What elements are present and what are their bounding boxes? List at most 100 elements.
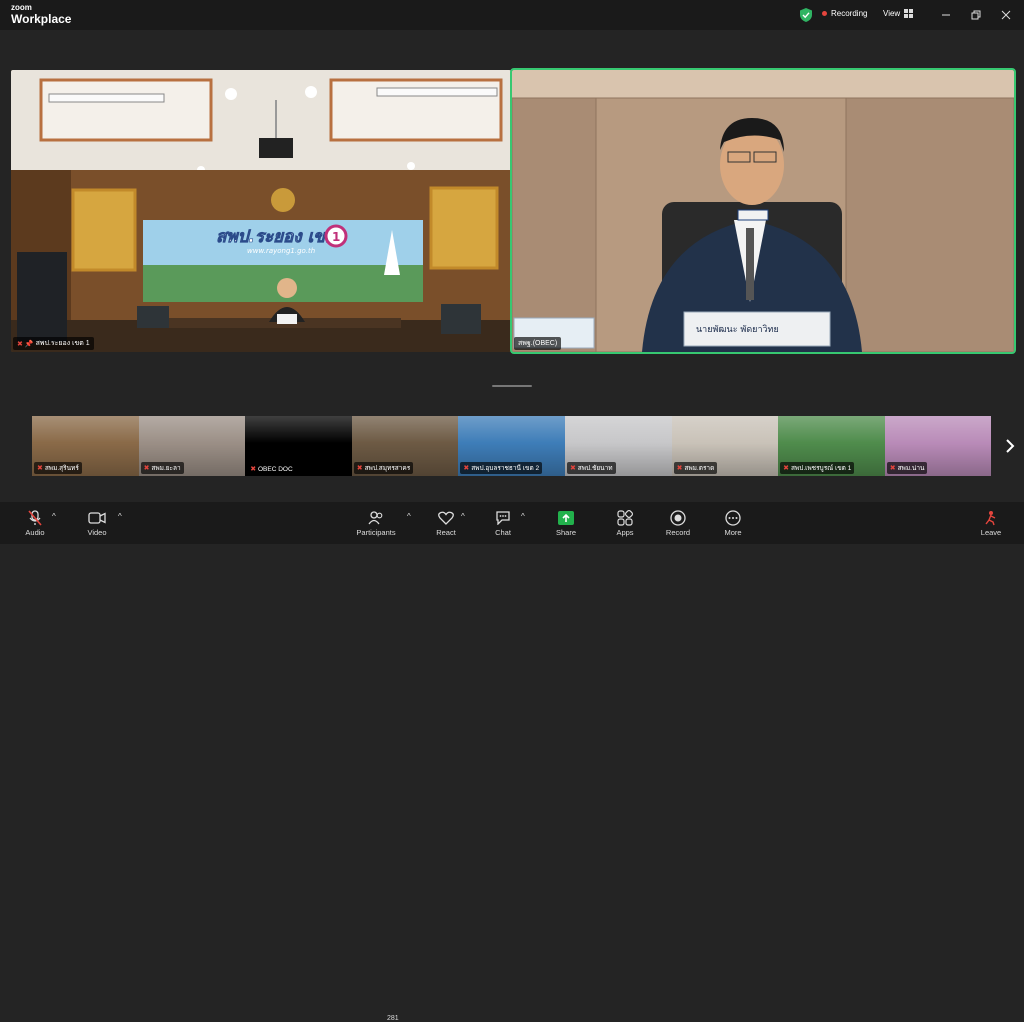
participants-options-chevron-icon[interactable]: ^	[407, 512, 411, 521]
mic-muted-icon: ✖	[37, 465, 45, 472]
thumbnail-video-tile[interactable]: ✖ สพป.อุบลราชธานี เขต 2	[458, 416, 565, 476]
audio-label: Audio	[25, 528, 45, 537]
video-camera-icon	[88, 512, 106, 524]
video-tile-active-speaker[interactable]: นายพัฒนะ พัดยาวิทย สพฐ.(OBEC)	[510, 68, 1016, 354]
thumbnail-name-tag: ✖ สพป.เพชรบูรณ์ เขต 1	[780, 462, 855, 474]
mic-muted-icon: ✖	[17, 340, 23, 348]
record-label: Record	[665, 528, 691, 537]
thumbnail-name-tag: ✖ สพป.ชัยนาท	[566, 462, 616, 474]
record-button[interactable]: Record	[653, 508, 703, 537]
apps-button[interactable]: Apps	[600, 508, 650, 537]
participant-name: สพม.ยะลา	[151, 465, 181, 472]
more-label: More	[724, 528, 742, 537]
react-options-chevron-icon[interactable]: ^	[461, 512, 465, 521]
thumbnail-video-tile[interactable]: ✖ สพป.เพชรบูรณ์ เขต 1	[778, 416, 885, 476]
close-icon	[1001, 10, 1011, 20]
pin-icon: 📌	[24, 340, 34, 348]
thumbnail-name-tag: ✖ สพป.สมุทรสาคร	[353, 462, 414, 474]
leave-label: Leave	[980, 528, 1002, 537]
participant-name: OBEC DOC	[258, 466, 293, 473]
video-tile-main-left[interactable]: สพป.ระยอง เขต 1 www.rayong1.go.th ✖ 📌 สพ…	[11, 70, 511, 352]
thumbnail-name-tag: ✖ OBEC DOC	[247, 464, 296, 474]
leave-button[interactable]: Leave	[966, 508, 1016, 537]
restore-button[interactable]	[968, 7, 984, 23]
react-label: React	[436, 528, 456, 537]
participant-name: สพป.ระยอง เขต 1	[35, 340, 90, 347]
participant-name: สพป.สมุทรสาคร	[364, 465, 411, 472]
heart-icon	[438, 511, 454, 525]
chevron-right-icon	[1006, 439, 1015, 453]
participant-name: สพม.ตราด	[684, 465, 715, 472]
recording-label: Recording	[831, 9, 868, 18]
more-button[interactable]: More	[708, 508, 758, 537]
thumbnail-video-tile[interactable]: ✖ OBEC DOC	[245, 416, 352, 476]
participant-name: สพม.น่าน	[897, 465, 925, 472]
grid-icon	[904, 9, 914, 18]
view-button[interactable]: View	[883, 9, 914, 18]
participants-icon	[368, 511, 383, 525]
thumbnail-name-tag: ✖ สพม.ตราด	[673, 462, 718, 474]
thumbnail-strip: ✖ สพม.สุรินทร์ ✖ สพม.ยะลา ✖ OBEC DOC ✖ สพป.…	[32, 416, 992, 476]
thumbnail-video-tile[interactable]: ✖ สพป.ชัยนาท	[564, 416, 672, 476]
share-screen-icon	[558, 511, 574, 525]
thumbnail-video-tile[interactable]: ✖ สพม.ยะลา	[138, 416, 246, 476]
microphone-muted-icon	[28, 510, 42, 526]
chat-icon	[496, 511, 510, 525]
mic-muted-icon: ✖	[356, 465, 365, 472]
video-tile-name-tag: ✖ 📌 สพป.ระยอง เขต 1	[13, 337, 94, 350]
thumbnail-name-tag: ✖ สพม.น่าน	[886, 462, 928, 474]
chat-options-chevron-icon[interactable]: ^	[521, 512, 525, 521]
logo-big-text: Workplace	[11, 12, 72, 26]
video-button[interactable]: Video	[72, 508, 122, 537]
record-icon	[670, 510, 686, 526]
resize-handle[interactable]	[492, 385, 532, 387]
shield-icon[interactable]	[800, 8, 812, 22]
restore-icon	[971, 10, 981, 20]
thumbnail-video-tile[interactable]: ✖ สพม.สุรินทร์	[32, 416, 139, 476]
participant-name: สพป.อุบลราชธานี เขต 2	[471, 465, 540, 472]
thumbnail-name-tag: ✖ สพม.ยะลา	[140, 462, 184, 474]
thumbnail-video-tile[interactable]: ✖ สพป.สมุทรสาคร	[351, 416, 459, 476]
participant-name: สพป.เพชรบูรณ์ เขต 1	[790, 465, 852, 472]
close-button[interactable]	[998, 7, 1014, 23]
recording-dot-icon	[822, 11, 827, 16]
thumbnail-name-tag: ✖ สพป.อุบลราชธานี เขต 2	[460, 462, 543, 474]
thumbnail-video-tile[interactable]: ✖ สพม.น่าน	[884, 416, 992, 476]
participants-count: 281	[387, 1015, 399, 1022]
audio-options-chevron-icon[interactable]: ^	[52, 512, 56, 521]
next-page-button[interactable]	[1000, 432, 1020, 460]
view-label: View	[883, 9, 901, 18]
video-options-chevron-icon[interactable]: ^	[118, 512, 122, 521]
zoom-logo: zoom Workplace	[11, 3, 72, 26]
logo-small-text: zoom	[11, 3, 32, 12]
participants-label: Participants	[356, 528, 396, 537]
minimize-icon	[942, 14, 950, 16]
mic-muted-icon: ✖	[783, 465, 791, 472]
thumbnail-name-tag: ✖ สพม.สุรินทร์	[34, 462, 82, 474]
more-icon	[725, 510, 741, 526]
participant-name: สพป.ชัยนาท	[577, 465, 613, 472]
share-button[interactable]: Share	[541, 508, 591, 537]
participants-button[interactable]: Participants	[351, 508, 401, 537]
banner-title: สพป.ระยอง เขต	[216, 227, 337, 247]
speaker-scene: นายพัฒนะ พัดยาวิทย	[512, 70, 1014, 352]
thumbnail-video-tile[interactable]: ✖ สพม.ตราด	[671, 416, 779, 476]
leave-icon	[985, 511, 996, 526]
apps-label: Apps	[616, 528, 634, 537]
mic-muted-icon: ✖	[250, 466, 258, 473]
chat-label: Chat	[495, 528, 511, 537]
mic-muted-icon: ✖	[569, 465, 578, 472]
video-tile-name-tag: สพฐ.(OBEC)	[514, 337, 562, 350]
minimize-button[interactable]	[938, 7, 954, 23]
mic-muted-icon: ✖	[889, 465, 898, 472]
apps-icon	[617, 510, 633, 526]
participant-name: สพฐ.(OBEC)	[518, 340, 558, 347]
banner-url: www.rayong1.go.th	[247, 247, 315, 255]
meeting-toolbar: Audio ^ Video ^ Participants 281 ^ React…	[0, 502, 1024, 1022]
share-label: Share	[555, 528, 576, 537]
banner-number: 1	[332, 230, 340, 244]
video-label: Video	[87, 528, 107, 537]
meeting-room-scene: สพป.ระยอง เขต 1 www.rayong1.go.th	[11, 70, 511, 352]
nameplate-text: นายพัฒนะ พัดยาวิทย	[696, 324, 779, 335]
recording-indicator[interactable]: Recording	[822, 9, 867, 18]
